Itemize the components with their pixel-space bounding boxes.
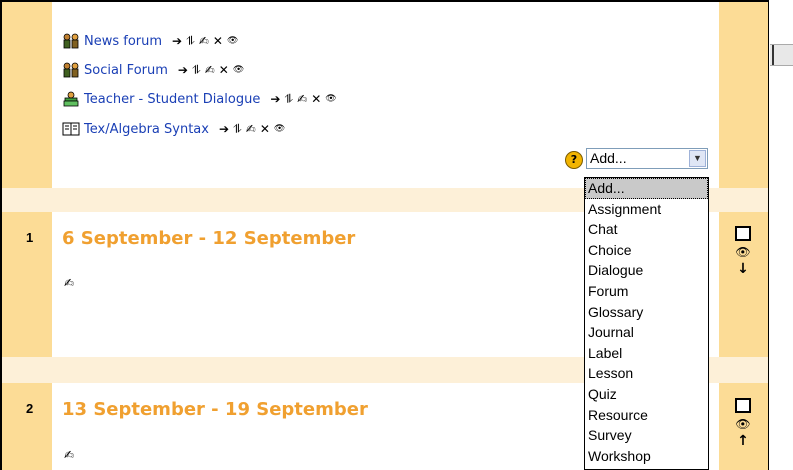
activity-controls: ➔ ⥮ ✍ ✕ 👁 bbox=[270, 92, 336, 107]
dropdown-option[interactable]: Assignment bbox=[585, 199, 708, 220]
activity-link[interactable]: Tex/Algebra Syntax bbox=[84, 122, 209, 137]
edit-summary-icon[interactable]: ✍ bbox=[64, 448, 74, 462]
activity-link[interactable]: News forum bbox=[84, 34, 162, 49]
dropdown-option[interactable]: Workshop bbox=[585, 446, 708, 467]
dropdown-option[interactable]: Add... bbox=[585, 178, 708, 199]
move-updown-icon[interactable]: ⥮ bbox=[186, 34, 195, 49]
activity-tex-algebra: Tex/Algebra Syntax ➔ ⥮ ✍ ✕ 👁 bbox=[62, 119, 285, 139]
edit-summary-icon[interactable]: ✍ bbox=[64, 276, 74, 290]
dropdown-option[interactable]: Quiz bbox=[585, 384, 708, 405]
dropdown-option[interactable]: Chat bbox=[585, 219, 708, 240]
delete-icon[interactable]: ✕ bbox=[260, 122, 270, 136]
section-number: 2 bbox=[26, 401, 34, 416]
activity-controls: ➔ ⥮ ✍ ✕ 👁 bbox=[178, 63, 244, 78]
activity-link[interactable]: Social Forum bbox=[84, 63, 168, 78]
delete-icon[interactable]: ✕ bbox=[213, 34, 223, 48]
dropdown-option[interactable]: Dialogue bbox=[585, 260, 708, 281]
hide-eye-icon[interactable]: 👁 bbox=[733, 245, 753, 259]
activity-social-forum: Social Forum ➔ ⥮ ✍ ✕ 👁 bbox=[62, 60, 244, 80]
hide-eye-icon[interactable]: 👁 bbox=[227, 36, 238, 46]
activity-news-forum: News forum ➔ ⥮ ✍ ✕ 👁 bbox=[62, 31, 238, 51]
dropdown-option[interactable]: Resource bbox=[585, 405, 708, 426]
move-icon[interactable]: ➔ bbox=[270, 92, 280, 106]
section-1-controls: 👁 ↓ bbox=[733, 226, 753, 277]
hide-eye-icon[interactable]: 👁 bbox=[233, 65, 244, 75]
add-activity-dropdown: Add... Assignment Chat Choice Dialogue F… bbox=[584, 177, 709, 470]
dropdown-option[interactable]: Glossary bbox=[585, 302, 708, 323]
dropdown-option[interactable]: Choice bbox=[585, 240, 708, 261]
dropdown-option[interactable]: Label bbox=[585, 343, 708, 364]
highlight-box-icon[interactable] bbox=[735, 398, 751, 413]
edit-icon[interactable]: ✍ bbox=[199, 34, 209, 48]
section-2-controls: 👁 ↑ bbox=[733, 398, 753, 449]
edit-icon[interactable]: ✍ bbox=[297, 92, 307, 106]
section-number: 1 bbox=[26, 230, 34, 245]
hide-eye-icon[interactable]: 👁 bbox=[325, 94, 336, 104]
resource-icon bbox=[62, 121, 80, 137]
select-value: Add... bbox=[590, 150, 627, 166]
highlight-box-icon[interactable] bbox=[735, 226, 751, 241]
move-icon[interactable]: ➔ bbox=[219, 122, 229, 136]
forum-icon bbox=[62, 33, 80, 49]
dialogue-icon bbox=[62, 91, 80, 107]
add-activity-select[interactable]: Add... ▼ bbox=[586, 148, 708, 169]
section-2-left-bar bbox=[2, 383, 52, 470]
move-icon[interactable]: ➔ bbox=[172, 34, 182, 48]
activity-link[interactable]: Teacher - Student Dialogue bbox=[84, 92, 260, 107]
chevron-down-icon[interactable]: ▼ bbox=[689, 150, 706, 167]
hide-eye-icon[interactable]: 👁 bbox=[733, 417, 753, 431]
delete-icon[interactable]: ✕ bbox=[311, 92, 321, 106]
delete-icon[interactable]: ✕ bbox=[219, 63, 229, 77]
dropdown-option[interactable]: Survey bbox=[585, 425, 708, 446]
move-icon[interactable]: ➔ bbox=[178, 63, 188, 77]
dropdown-option[interactable]: Lesson bbox=[585, 363, 708, 384]
edit-icon[interactable]: ✍ bbox=[246, 122, 256, 136]
section-0-left-bar bbox=[2, 2, 52, 188]
move-updown-icon[interactable]: ⥮ bbox=[192, 63, 201, 78]
background-window-bar bbox=[770, 44, 793, 66]
dropdown-option[interactable]: Journal bbox=[585, 322, 708, 343]
edit-icon[interactable]: ✍ bbox=[205, 63, 215, 77]
forum-icon bbox=[62, 62, 80, 78]
section-title: 13 September - 19 September bbox=[62, 399, 368, 420]
page-border bbox=[768, 0, 769, 470]
activity-dialogue: Teacher - Student Dialogue ➔ ⥮ ✍ ✕ 👁 bbox=[62, 89, 337, 109]
section-title: 6 September - 12 September bbox=[62, 228, 356, 249]
hide-eye-icon[interactable]: 👁 bbox=[274, 124, 285, 134]
help-icon[interactable]: ? bbox=[565, 151, 583, 169]
move-down-icon[interactable]: ↓ bbox=[733, 261, 753, 277]
move-up-icon[interactable]: ↑ bbox=[733, 433, 753, 449]
dropdown-option[interactable]: Forum bbox=[585, 281, 708, 302]
activity-controls: ➔ ⥮ ✍ ✕ 👁 bbox=[172, 34, 238, 49]
activity-controls: ➔ ⥮ ✍ ✕ 👁 bbox=[219, 122, 285, 137]
move-updown-icon[interactable]: ⥮ bbox=[284, 92, 293, 107]
section-0-right-bar bbox=[719, 2, 769, 188]
move-updown-icon[interactable]: ⥮ bbox=[233, 122, 242, 137]
